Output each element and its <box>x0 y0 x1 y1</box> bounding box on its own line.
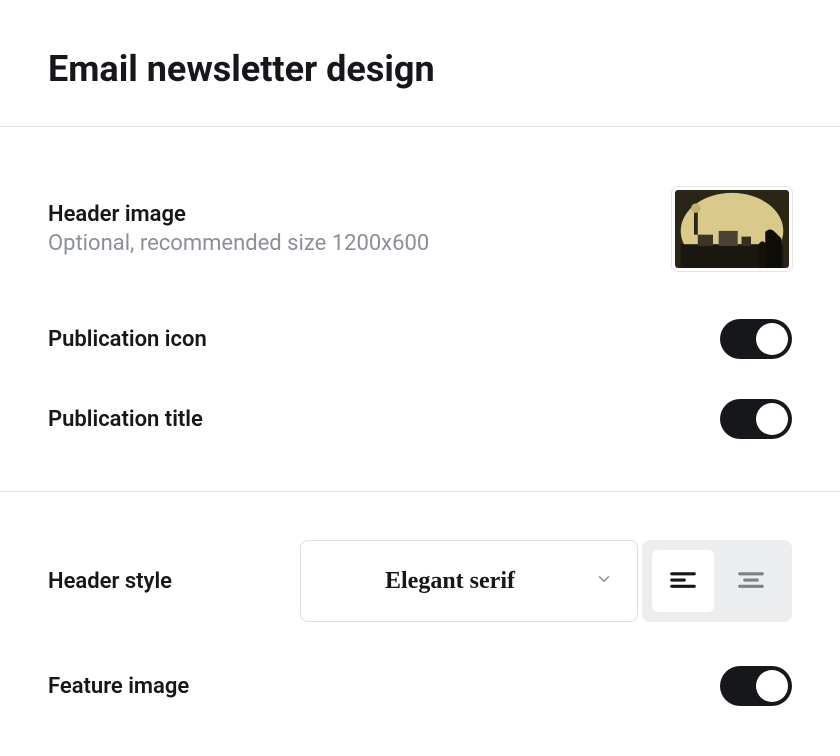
align-center-icon <box>736 565 766 598</box>
align-left-icon <box>668 565 698 598</box>
feature-image-row: Feature image <box>48 646 792 726</box>
publication-title-toggle[interactable] <box>720 399 792 439</box>
feature-image-toggle[interactable] <box>720 666 792 706</box>
header-style-row: Header style Elegant serif <box>48 492 792 646</box>
header-image-label-group: Header image Optional, recommended size … <box>48 202 429 256</box>
publication-title-row: Publication title <box>48 379 792 459</box>
publication-title-label: Publication title <box>48 407 203 432</box>
chevron-down-icon <box>595 570 613 592</box>
align-center-button[interactable] <box>720 550 782 612</box>
header-style-controls: Elegant serif <box>300 540 792 622</box>
publication-icon-toggle[interactable] <box>720 319 792 359</box>
header-image-description: Optional, recommended size 1200x600 <box>48 231 429 256</box>
header-image-row: Header image Optional, recommended size … <box>48 159 792 299</box>
align-left-button[interactable] <box>652 550 714 612</box>
header-image-label: Header image <box>48 202 429 227</box>
publication-icon-label: Publication icon <box>48 327 207 352</box>
header-style-selected-value: Elegant serif <box>325 568 575 595</box>
page-title: Email newsletter design <box>0 0 840 126</box>
publication-icon-row: Publication icon <box>48 299 792 379</box>
feature-image-label: Feature image <box>48 674 189 699</box>
header-image-thumbnail[interactable] <box>672 187 792 271</box>
header-settings-section: Header image Optional, recommended size … <box>0 127 840 491</box>
header-style-label: Header style <box>48 569 172 594</box>
alignment-button-group <box>642 540 792 622</box>
header-style-select[interactable]: Elegant serif <box>300 540 638 622</box>
body-settings-section: Header style Elegant serif <box>0 492 840 726</box>
